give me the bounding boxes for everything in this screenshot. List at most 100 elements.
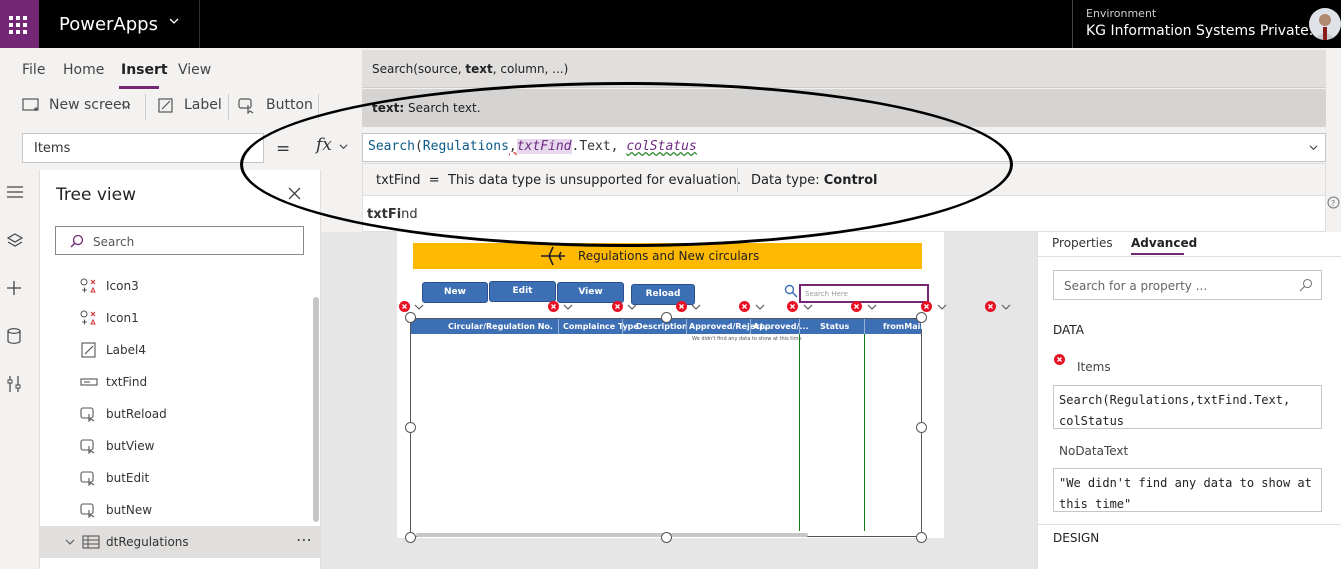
error-icon[interactable] bbox=[676, 301, 687, 312]
chevron-down-icon[interactable] bbox=[339, 142, 348, 151]
section-data: DATA bbox=[1053, 323, 1084, 337]
column-header[interactable]: Description bbox=[636, 322, 688, 331]
formula-bar[interactable]: Search(Regulations,txtFind.Text, colStat… bbox=[362, 133, 1326, 162]
nodatatext-field[interactable]: "We didn't find any data to show at this… bbox=[1053, 468, 1322, 512]
button-button[interactable]: Button bbox=[266, 97, 313, 113]
resize-handle[interactable] bbox=[916, 312, 927, 323]
formula-colstatus: colStatus bbox=[626, 139, 697, 154]
database-icon[interactable] bbox=[7, 328, 21, 344]
view-button[interactable]: View bbox=[557, 282, 624, 303]
close-icon[interactable] bbox=[288, 187, 301, 200]
chevron-down-icon[interactable] bbox=[65, 538, 75, 546]
column-header[interactable]: fromMail bbox=[883, 322, 923, 331]
plus-icon[interactable] bbox=[6, 280, 22, 296]
edit-button[interactable]: Edit bbox=[489, 281, 556, 302]
ribbon-divider bbox=[145, 94, 146, 120]
column-header[interactable]: Complaince Type bbox=[563, 322, 639, 331]
chevron-down-icon[interactable] bbox=[1001, 303, 1011, 311]
tree-item-dtregulations[interactable]: dtRegulations ⋯ bbox=[40, 526, 321, 558]
error-icon[interactable] bbox=[612, 301, 623, 312]
chevron-down-icon[interactable] bbox=[937, 303, 947, 311]
expand-formula-icon[interactable] bbox=[1309, 143, 1318, 152]
suggestion-item[interactable]: txtFind bbox=[367, 207, 418, 222]
new-button[interactable]: New bbox=[422, 282, 488, 303]
avatar[interactable] bbox=[1309, 8, 1341, 40]
resize-handle[interactable] bbox=[916, 532, 927, 543]
resize-handle[interactable] bbox=[405, 312, 416, 323]
table-scrollbar[interactable] bbox=[416, 533, 808, 537]
chevron-down-icon[interactable] bbox=[755, 303, 765, 311]
tree-scrollbar[interactable] bbox=[313, 297, 319, 522]
items-formula-field[interactable]: Search(Regulations,txtFind.Text, colStat… bbox=[1053, 385, 1322, 429]
chevron-down-icon[interactable] bbox=[414, 303, 424, 311]
menu-file[interactable]: File bbox=[22, 62, 45, 78]
environment-label: Environment bbox=[1086, 7, 1157, 20]
tree-item-label4[interactable]: Label4 bbox=[40, 334, 321, 366]
column-header[interactable]: Circular/Regulation No. bbox=[448, 322, 553, 331]
formula-text[interactable]: Search(Regulations,txtFind.Text, colStat… bbox=[368, 139, 697, 154]
banner-label[interactable]: Regulations and New circulars bbox=[413, 243, 922, 269]
hamburger-icon[interactable] bbox=[6, 185, 24, 199]
resize-handle[interactable] bbox=[661, 532, 672, 543]
chevron-down-icon[interactable] bbox=[803, 303, 813, 311]
chevron-down-icon[interactable] bbox=[168, 15, 180, 27]
error-icon[interactable] bbox=[399, 301, 410, 312]
chevron-down-icon[interactable] bbox=[867, 303, 877, 311]
error-icon[interactable] bbox=[851, 301, 862, 312]
app-name[interactable]: PowerApps bbox=[59, 14, 158, 35]
resize-handle[interactable] bbox=[405, 532, 416, 543]
find-input[interactable]: Search Here bbox=[799, 284, 929, 303]
error-icon[interactable] bbox=[548, 301, 559, 312]
tree-item-txtfind[interactable]: txtFind bbox=[40, 366, 321, 398]
resize-handle[interactable] bbox=[916, 422, 927, 433]
search-icon[interactable] bbox=[784, 284, 798, 298]
environment-picker[interactable]: KG Information Systems Private... bbox=[1086, 23, 1322, 39]
chevron-down-icon[interactable] bbox=[121, 101, 131, 111]
error-icon[interactable] bbox=[739, 301, 750, 312]
items-label: Items bbox=[1077, 360, 1111, 374]
divider bbox=[1072, 0, 1073, 48]
tree-item-icon1[interactable]: Icon1 bbox=[40, 302, 321, 334]
tools-icon[interactable] bbox=[7, 375, 21, 393]
app-launcher-icon[interactable] bbox=[0, 0, 39, 48]
new-screen-button[interactable]: New screen bbox=[49, 97, 131, 113]
property-dropdown[interactable]: Items bbox=[22, 133, 264, 163]
tree-item-icon3[interactable]: Icon3 bbox=[40, 270, 321, 302]
property-search-input[interactable]: Search for a property ... bbox=[1053, 270, 1322, 300]
banner-text: Regulations and New circulars bbox=[578, 249, 760, 263]
more-options-icon[interactable]: ⋯ bbox=[296, 530, 313, 549]
button-icon bbox=[80, 439, 95, 454]
tree-item-label: txtFind bbox=[106, 375, 148, 389]
resize-handle[interactable] bbox=[405, 422, 416, 433]
resize-handle[interactable] bbox=[661, 312, 672, 323]
menu-view[interactable]: View bbox=[178, 62, 211, 78]
search-icon bbox=[70, 234, 84, 248]
menu-insert[interactable]: Insert bbox=[121, 62, 168, 78]
svg-text:?: ? bbox=[1331, 199, 1335, 208]
text-input-icon bbox=[80, 378, 98, 386]
chevron-down-icon[interactable] bbox=[563, 303, 573, 311]
error-icon[interactable] bbox=[787, 301, 798, 312]
help-icon[interactable]: ? bbox=[1327, 196, 1340, 209]
function-signature-tooltip: Search(source, text, column, ...) bbox=[362, 50, 1326, 88]
error-icon[interactable] bbox=[985, 301, 996, 312]
fx-button[interactable]: fx bbox=[316, 135, 332, 155]
tree-search-input[interactable]: Search bbox=[55, 226, 304, 255]
column-header[interactable]: Approved/... bbox=[753, 322, 809, 331]
ribbon-divider bbox=[228, 94, 229, 120]
tab-properties[interactable]: Properties bbox=[1052, 236, 1113, 250]
tree-item-butreload[interactable]: butReload bbox=[40, 398, 321, 430]
column-header[interactable]: Status bbox=[820, 322, 849, 331]
chevron-down-icon[interactable] bbox=[691, 303, 701, 311]
column-divider bbox=[864, 334, 865, 531]
menu-home[interactable]: Home bbox=[63, 62, 104, 78]
data-table[interactable] bbox=[410, 318, 922, 537]
label-button[interactable]: Label bbox=[184, 97, 222, 113]
tab-advanced[interactable]: Advanced bbox=[1131, 236, 1197, 250]
tree-item-butedit[interactable]: butEdit bbox=[40, 462, 321, 494]
error-icon[interactable] bbox=[921, 301, 932, 312]
tree-item-butnew[interactable]: butNew bbox=[40, 494, 321, 526]
chevron-down-icon[interactable] bbox=[627, 303, 637, 311]
layers-icon[interactable] bbox=[6, 232, 24, 250]
tree-item-butview[interactable]: butView bbox=[40, 430, 321, 462]
